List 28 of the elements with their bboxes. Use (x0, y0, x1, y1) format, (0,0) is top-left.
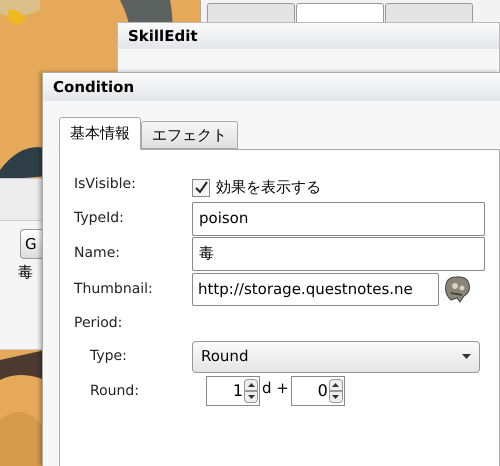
dice-count-spinner[interactable]: 1 (206, 376, 260, 406)
text-field[interactable]: 毒 (192, 236, 485, 270)
up-arrow-icon[interactable] (328, 379, 343, 391)
checkbox[interactable] (192, 178, 210, 196)
text-field[interactable]: poison (192, 202, 485, 236)
check-icon (194, 181, 208, 194)
g-button[interactable]: G (20, 229, 42, 259)
panel-text: 毒 (18, 262, 34, 283)
thumbnail-icon (442, 274, 472, 304)
window-title: Condition (53, 76, 134, 98)
field-label: Type: (89, 347, 128, 366)
window-title: SkillEdit (128, 26, 198, 47)
type-dropdown[interactable]: Round (192, 340, 480, 372)
tab[interactable]: 基本情報 (59, 117, 141, 150)
field-label: Name: (74, 244, 122, 263)
tab[interactable] (296, 3, 384, 22)
checkbox-label: 効果を表示する (216, 177, 321, 198)
up-arrow-icon[interactable] (244, 379, 258, 391)
field-label: Round: (89, 382, 140, 400)
bonus-spinner[interactable]: 0 (290, 376, 345, 406)
field-label: Thumbnail: (74, 280, 154, 298)
dropdown-arrow-icon (462, 354, 471, 359)
tab[interactable]: エフェクト (141, 121, 238, 149)
url-field[interactable]: http://storage.questnotes.ne (192, 272, 439, 306)
field-label: Period: (74, 314, 124, 332)
dice-separator: d + (262, 378, 289, 399)
field-label: TypeId: (74, 209, 125, 228)
field-label: IsVisible: (74, 175, 137, 194)
